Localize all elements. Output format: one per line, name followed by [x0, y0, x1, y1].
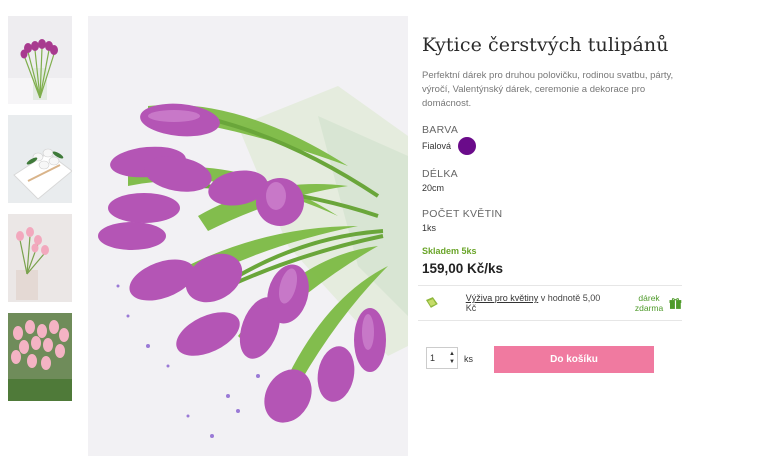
- gift-link[interactable]: Výživa pro květiny: [466, 293, 539, 303]
- quantity-input[interactable]: [427, 353, 447, 363]
- pink-tulips-vase-image: [8, 214, 72, 302]
- color-swatch[interactable]: [458, 137, 477, 155]
- pink-tulips-bouquet-image: [8, 313, 72, 401]
- length-value: 20cm: [422, 183, 445, 193]
- attribute-color: BARVA Fialová: [422, 124, 684, 155]
- stock-status: Skladem 5ks: [422, 246, 477, 256]
- gift-free-line2: zdarma: [634, 303, 664, 313]
- product-info: Kytice čerstvých tulipánů Perfektní dáre…: [422, 32, 684, 276]
- gift-free-label: dárek zdarma: [635, 293, 663, 313]
- product-title: Kytice čerstvých tulipánů: [422, 34, 669, 56]
- length-label: DÉLKA: [422, 168, 458, 180]
- gift-text: Výživa pro květiny v hodnotě 5,00 Kč: [466, 293, 611, 313]
- thumbnail-pink-tulips-vase[interactable]: [8, 214, 72, 302]
- attribute-count: POČET KVĚTIN 1ks: [422, 208, 684, 235]
- thumbnail-white-tulips[interactable]: [8, 115, 72, 203]
- white-tulips-box-image: [8, 115, 72, 203]
- thumbnail-list: [8, 16, 72, 412]
- gift-row: Výživa pro květiny v hodnotě 5,00 Kč dár…: [418, 285, 682, 321]
- color-value-row: Fialová: [422, 137, 684, 155]
- color-label: BARVA: [422, 124, 459, 136]
- quantity-unit: ks: [464, 354, 473, 364]
- increase-icon[interactable]: ▲: [449, 350, 455, 358]
- attribute-length: DÉLKA 20cm: [422, 168, 684, 195]
- quantity-arrows[interactable]: ▲ ▼: [449, 350, 455, 366]
- product-description: Perfektní dárek pro druhou polovičku, ro…: [422, 70, 674, 109]
- flower-food-icon: [425, 297, 438, 308]
- count-value: 1ks: [422, 223, 437, 233]
- purple-tulips-vase-image: [8, 16, 72, 104]
- product-price: 159,00 Kč/ks: [422, 261, 504, 276]
- decrease-icon[interactable]: ▼: [449, 358, 455, 366]
- color-value: Fialová: [422, 141, 452, 151]
- purple-tulips-bouquet-image: [88, 16, 408, 456]
- thumbnail-pink-tulips-bouquet[interactable]: [8, 313, 72, 401]
- count-label: POČET KVĚTIN: [422, 208, 503, 220]
- main-product-image[interactable]: [88, 16, 408, 456]
- add-to-cart-button[interactable]: Do košíku: [494, 346, 654, 373]
- gift-box-icon: [669, 297, 682, 309]
- gift-free-line1: dárek: [638, 293, 660, 303]
- quantity-stepper[interactable]: ▲ ▼: [426, 347, 458, 369]
- thumbnail-purple-tulips[interactable]: [8, 16, 72, 104]
